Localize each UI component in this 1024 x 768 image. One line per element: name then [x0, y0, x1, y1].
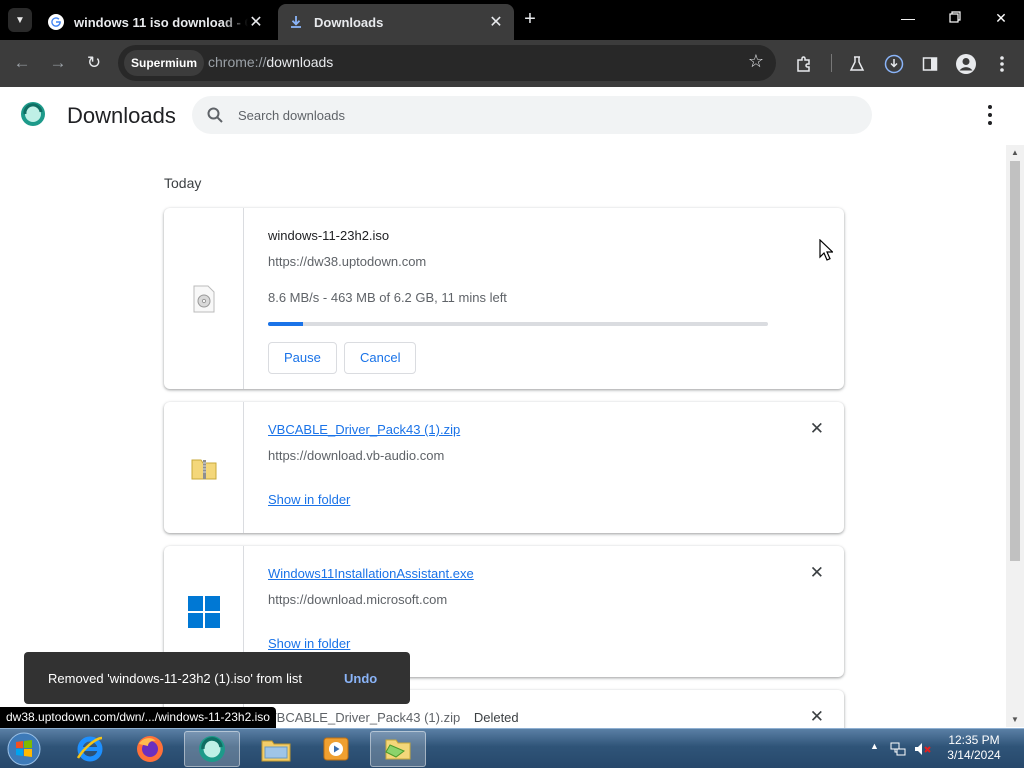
download-progress-bar [268, 322, 768, 326]
page-title: Downloads [67, 103, 176, 128]
deleted-label: Deleted [473, 710, 519, 725]
firefox-icon [137, 736, 163, 762]
show-in-folder-link[interactable]: Show in folder [268, 492, 350, 507]
deleted-file-row: VBCABLE_Driver_Pack43 (1).zip Deleted [268, 710, 519, 725]
media-player-icon [323, 737, 349, 761]
browser-menu-icon[interactable] [990, 52, 1014, 76]
date-heading: Today [164, 175, 202, 191]
zip-folder-icon [191, 459, 216, 479]
side-panel-icon[interactable] [918, 52, 942, 76]
search-icon [207, 107, 223, 123]
minimize-icon[interactable]: — [897, 10, 919, 26]
labs-flask-icon[interactable] [845, 52, 869, 76]
restore-icon[interactable] [944, 10, 966, 26]
download-card: VBCABLE_Driver_Pack43 (1).zip https://do… [164, 402, 844, 533]
scrollbar-thumb[interactable] [1010, 161, 1020, 561]
page-scrollbar[interactable]: ▲ ▼ [1006, 145, 1024, 727]
google-icon [48, 14, 64, 30]
internet-explorer-icon [76, 736, 103, 762]
taskbar-media-player[interactable] [308, 731, 364, 767]
back-icon[interactable]: ← [10, 52, 34, 76]
download-progress-icon[interactable] [882, 52, 906, 76]
file-source-url: https://dw38.uptodown.com [268, 254, 427, 269]
clock-time: 12:35 PM [948, 733, 1000, 747]
download-card-active: windows-11-23h2.iso https://dw38.uptodow… [164, 208, 844, 389]
start-button[interactable] [0, 731, 48, 767]
supermium-icon [199, 736, 225, 762]
show-hidden-icons[interactable]: ▲ [870, 741, 879, 751]
toast-message: Removed 'windows-11-23h2 (1).iso' from l… [48, 671, 302, 686]
pause-button[interactable]: Pause [268, 342, 337, 374]
new-tab-button[interactable]: + [520, 9, 540, 30]
windows-taskbar: ▲ [0, 728, 1024, 768]
taskbar-archive-app[interactable] [370, 731, 426, 767]
disc-image-icon [193, 285, 214, 312]
extensions-icon[interactable] [792, 52, 816, 76]
forward-icon[interactable]: → [46, 52, 70, 76]
tab-title: Downloads [314, 14, 384, 30]
file-name-link[interactable]: VBCABLE_Driver_Pack43 (1).zip [268, 422, 460, 437]
windows-logo-icon [187, 595, 220, 628]
address-bar[interactable]: Supermium chrome://downloads ☆ [118, 45, 776, 81]
taskbar-internet-explorer[interactable] [62, 731, 118, 767]
download-progress-fill [268, 322, 303, 326]
browser-chip[interactable]: Supermium [124, 50, 205, 76]
cancel-button[interactable]: Cancel [344, 342, 417, 374]
file-name-link[interactable]: Windows11InstallationAssistant.exe [268, 566, 474, 581]
remove-item-icon[interactable]: ✕ [810, 707, 824, 727]
file-icon-column [164, 208, 244, 389]
toolbar: ← → ↻ Supermium chrome://downloads ☆ [0, 40, 1024, 87]
taskbar-firefox[interactable] [122, 731, 178, 767]
undo-button[interactable]: Undo [344, 671, 377, 686]
address-url[interactable]: chrome://downloads [208, 54, 333, 70]
folder-icon [261, 740, 291, 762]
tab-downloads[interactable]: Downloads ✕ [278, 4, 514, 40]
search-box[interactable] [192, 96, 872, 134]
file-source-url: https://download.vb-audio.com [268, 448, 445, 463]
taskbar-supermium[interactable] [184, 731, 240, 767]
removed-toast: Removed 'windows-11-23h2 (1).iso' from l… [24, 652, 410, 704]
show-in-folder-link[interactable]: Show in folder [268, 636, 350, 651]
reload-icon[interactable]: ↻ [82, 52, 106, 76]
file-name: windows-11-23h2.iso [268, 228, 390, 243]
toolbar-separator [831, 54, 832, 72]
tab-title: windows 11 iso download - Go [74, 14, 248, 30]
volume-muted-icon[interactable] [914, 741, 932, 757]
tab-close-icon[interactable]: ✕ [488, 12, 504, 32]
scroll-down-icon[interactable]: ▼ [1006, 715, 1024, 724]
remove-item-icon[interactable]: ✕ [810, 419, 824, 439]
file-icon-column [164, 402, 244, 533]
network-icon[interactable] [890, 741, 906, 757]
mouse-cursor-icon [819, 239, 833, 261]
more-actions-icon[interactable] [982, 105, 998, 125]
windows-start-orb-icon [7, 732, 41, 766]
tab-strip: ▼ windows 11 iso download - Go ✕ Downloa… [0, 0, 1024, 40]
scroll-up-icon[interactable]: ▲ [1006, 148, 1024, 157]
bookmark-star-icon[interactable]: ☆ [748, 51, 764, 72]
download-status: 8.6 MB/s - 463 MB of 6.2 GB, 11 mins lef… [268, 290, 507, 305]
supermium-logo-icon [21, 102, 45, 126]
clock-date: 3/14/2024 [947, 748, 1001, 762]
tab-google-search[interactable]: windows 11 iso download - Go ✕ [38, 4, 274, 40]
profile-icon[interactable] [954, 52, 978, 76]
close-window-icon[interactable]: ✕ [990, 10, 1012, 27]
search-input[interactable] [238, 96, 838, 134]
zip-folder-icon [385, 739, 411, 760]
taskbar-clock[interactable]: 12:35 PM 3/14/2024 [944, 733, 1004, 763]
deleted-file-name: VBCABLE_Driver_Pack43 (1).zip [268, 710, 461, 725]
remove-item-icon[interactable]: ✕ [810, 563, 824, 583]
tab-close-icon[interactable]: ✕ [248, 12, 264, 32]
file-source-url: https://download.microsoft.com [268, 592, 448, 607]
downloads-header: Downloads [0, 87, 1024, 144]
taskbar-file-explorer[interactable] [248, 731, 304, 767]
download-icon [291, 16, 301, 28]
link-status-bubble: dw38.uptodown.com/dwn/.../windows-11-23h… [0, 707, 276, 728]
tab-search-icon[interactable]: ▼ [8, 8, 32, 32]
